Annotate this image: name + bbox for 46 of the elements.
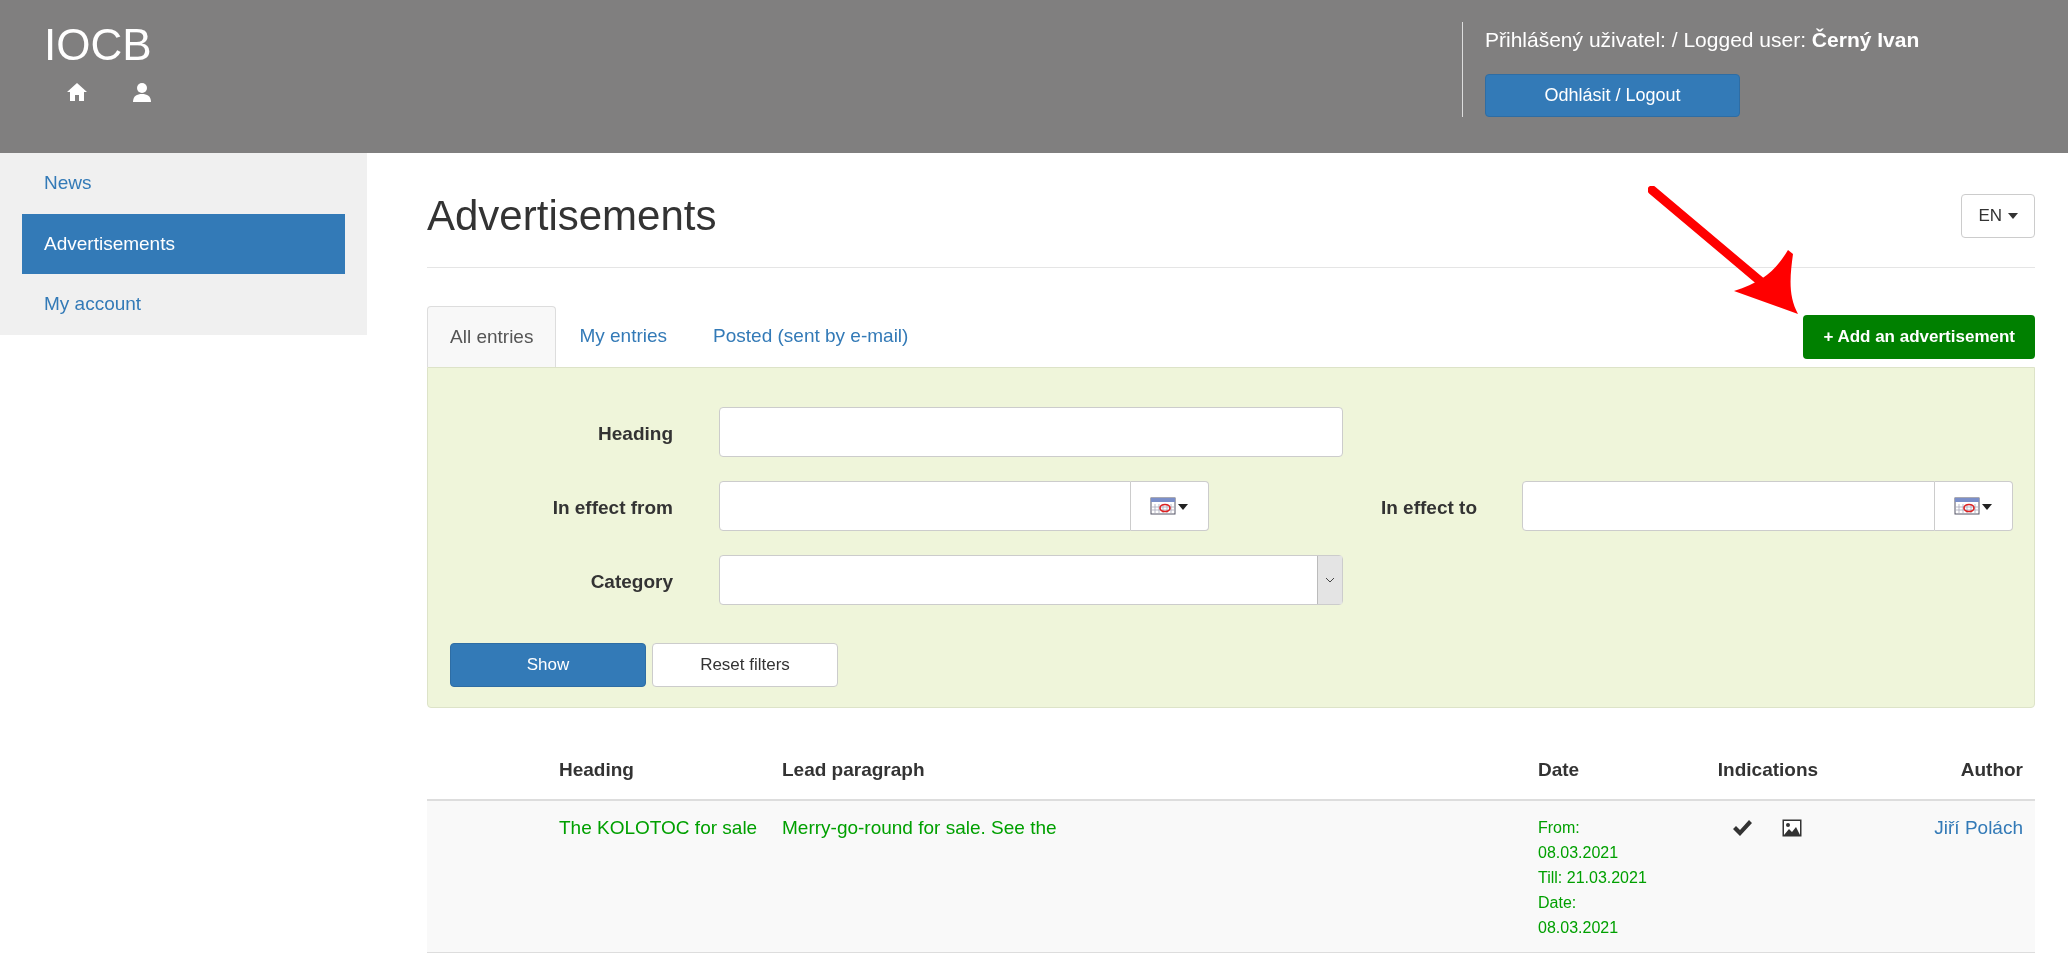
column-header: Indications — [1716, 758, 1820, 783]
date-text: From: — [1538, 818, 1580, 838]
calendar-button[interactable] — [1935, 481, 2013, 531]
caret-icon — [2008, 213, 2018, 219]
date-field[interactable] — [1522, 481, 1935, 531]
calendar-icon — [1953, 496, 1994, 516]
chevron-icon — [1317, 556, 1342, 604]
sidebar-item[interactable]: Advertisements — [22, 213, 345, 275]
sidebar-item[interactable]: News — [22, 153, 345, 214]
sidebar-item[interactable]: My account — [22, 274, 345, 335]
category-select[interactable] — [719, 555, 1343, 605]
tab[interactable]: All entries — [427, 306, 557, 367]
calendar-icon — [1149, 496, 1190, 516]
reset-filters-button[interactable]: Reset filters — [652, 643, 838, 687]
date-field[interactable] — [719, 481, 1131, 531]
logged-user-text: Přihlášený uživatel: / Logged user: Černý Ivan — [1485, 27, 1920, 53]
column-header: Lead paragraph — [782, 758, 926, 783]
ad-heading-link[interactable]: The KOLOTOC for sale — [559, 813, 762, 843]
tab[interactable]: My entries — [556, 306, 691, 367]
field-label: Category — [589, 570, 673, 594]
date-text: Till: 21.03.2021 — [1538, 868, 1647, 888]
page-title: Advertisements — [427, 191, 717, 241]
language-dropdown[interactable]: EN — [1961, 194, 2035, 238]
lead-paragraph: Merry-go-round for sale. See the — [782, 817, 1057, 838]
site-logo[interactable]: IOCB — [44, 18, 152, 72]
calendar-button[interactable] — [1131, 481, 1209, 531]
image-icon — [1782, 819, 1802, 837]
table-row[interactable]: The KOLOTOC for sale Merry-go-round for sale. See the From: 08.03.2021 Till: 21.03.2021 Date: 08.03.2021 Jiří Polách — [427, 801, 2035, 953]
field-label: Heading — [597, 422, 673, 446]
home-icon[interactable] — [66, 82, 88, 102]
column-header: Heading — [559, 758, 635, 783]
show-button[interactable]: Show — [450, 643, 646, 687]
column-header: Date — [1538, 758, 1581, 783]
field-label: In effect from — [551, 496, 673, 520]
column-header: Author — [1959, 758, 2024, 783]
checkmark-icon — [1732, 819, 1752, 837]
date-text: Date: — [1538, 893, 1577, 913]
logout-button[interactable]: Odhlásit / Logout — [1485, 73, 1740, 117]
date-text: 08.03.2021 — [1538, 843, 1619, 863]
author-link[interactable]: Jiří Polách — [1934, 817, 2023, 838]
tab[interactable]: Posted (sent by e-mail) — [690, 306, 932, 367]
date-text: 08.03.2021 — [1538, 918, 1619, 938]
heading-field[interactable] — [719, 407, 1343, 457]
user-icon[interactable] — [132, 82, 152, 102]
add-advertisement-button[interactable]: + Add an advertisement — [1803, 315, 2035, 359]
field-label: In effect to — [1379, 496, 1477, 520]
